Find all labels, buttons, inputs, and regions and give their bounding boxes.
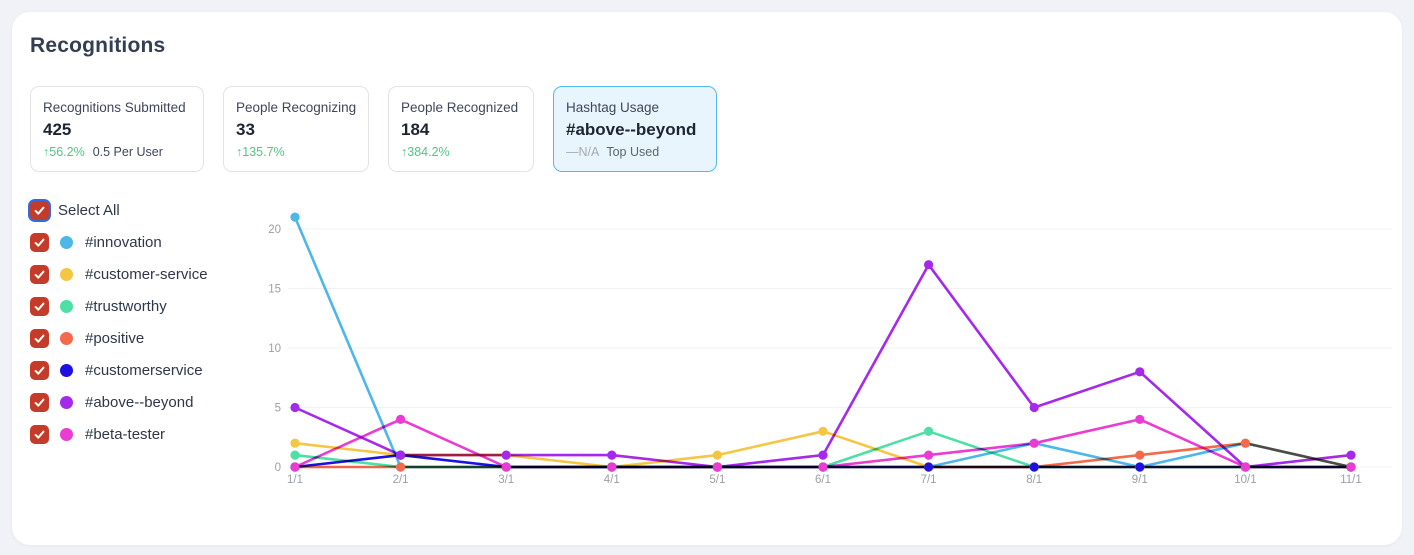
data-point (290, 403, 299, 412)
data-point (396, 415, 405, 424)
data-point (290, 439, 299, 448)
x-tick-label: 1/1 (287, 474, 303, 486)
data-point (1135, 451, 1144, 460)
y-tick-label: 5 (275, 403, 281, 415)
y-tick-label: 15 (268, 284, 281, 296)
x-tick-label: 5/1 (709, 474, 725, 486)
data-point (818, 427, 827, 436)
y-tick-label: 20 (268, 224, 281, 236)
data-point (924, 260, 933, 269)
data-point (1346, 462, 1355, 471)
data-point (290, 213, 299, 222)
x-tick-label: 7/1 (921, 474, 937, 486)
data-point (713, 462, 722, 471)
data-point (396, 451, 405, 460)
data-point (502, 451, 511, 460)
hashtag-usage-line-chart: 0 5 10 15 20 1/1 2/1 3/1 4/1 5/1 6/1 7/1 8/1 9/1 10/1 1… (12, 12, 1402, 545)
data-point (924, 462, 933, 471)
x-tick-label: 9/1 (1132, 474, 1148, 486)
data-point (1241, 462, 1250, 471)
x-tick-label: 3/1 (498, 474, 514, 486)
x-tick-label: 8/1 (1026, 474, 1042, 486)
data-point (1346, 451, 1355, 460)
data-point (1135, 415, 1144, 424)
data-point (1030, 439, 1039, 448)
x-tick-label: 2/1 (393, 474, 409, 486)
x-tick-label: 4/1 (604, 474, 620, 486)
data-point (1135, 367, 1144, 376)
data-point (713, 451, 722, 460)
x-tick-label: 10/1 (1234, 474, 1256, 486)
data-point (1030, 403, 1039, 412)
line-series-5 (295, 265, 1351, 467)
recognitions-panel: Recognitions Recognitions Submitted 425 … (12, 12, 1402, 545)
data-point (924, 427, 933, 436)
data-point (1135, 462, 1144, 471)
data-point (607, 451, 616, 460)
data-point (290, 451, 299, 460)
data-point (1241, 439, 1250, 448)
data-point (290, 462, 299, 471)
x-tick-label: 11/1 (1340, 474, 1362, 486)
data-point (818, 451, 827, 460)
x-tick-label: 6/1 (815, 474, 831, 486)
data-point (607, 462, 616, 471)
y-tick-label: 10 (268, 343, 281, 355)
data-point (502, 462, 511, 471)
data-point (924, 451, 933, 460)
y-tick-label: 0 (275, 462, 281, 474)
data-point (1030, 462, 1039, 471)
data-point (396, 462, 405, 471)
data-point (818, 462, 827, 471)
